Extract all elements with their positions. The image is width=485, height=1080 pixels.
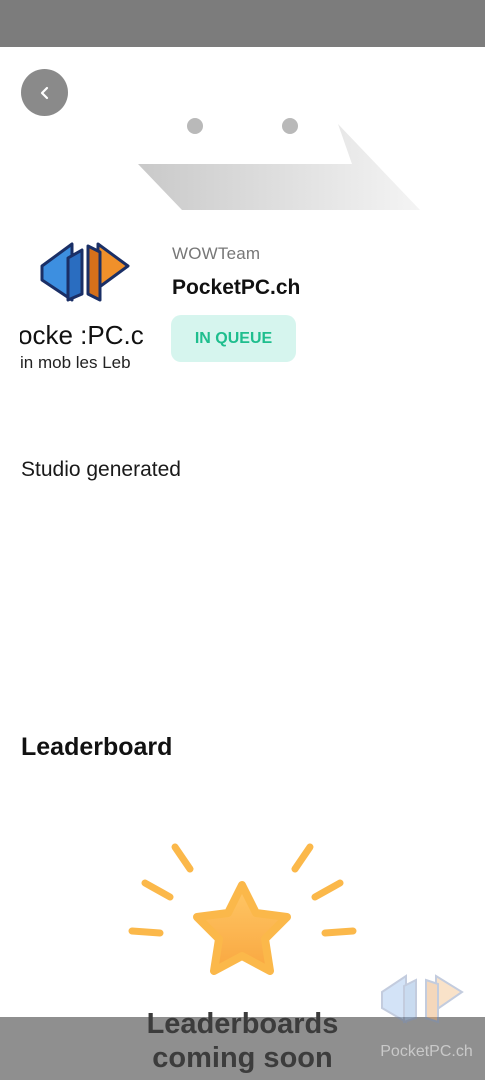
watermark-text: PocketPC.ch [380,1043,473,1060]
status-badge: IN QUEUE [171,315,296,362]
studio-generated-label: Studio generated [21,458,181,481]
svg-text:in mob les Leb: in mob les Leb [20,353,131,372]
leaderboard-title: Leaderboard [21,733,173,761]
star-icon [128,843,357,975]
team-owner: WOWTeam [172,244,261,263]
team-logo: ocke :PC.c in mob les Leb [20,236,152,376]
svg-text:ocke :PC.c: ocke :PC.c [20,320,144,350]
header-illustration [138,118,420,210]
status-bar [0,0,485,47]
back-button[interactable] [21,69,68,116]
chevron-left-icon [40,86,48,99]
team-name: PocketPC.ch [172,276,301,299]
